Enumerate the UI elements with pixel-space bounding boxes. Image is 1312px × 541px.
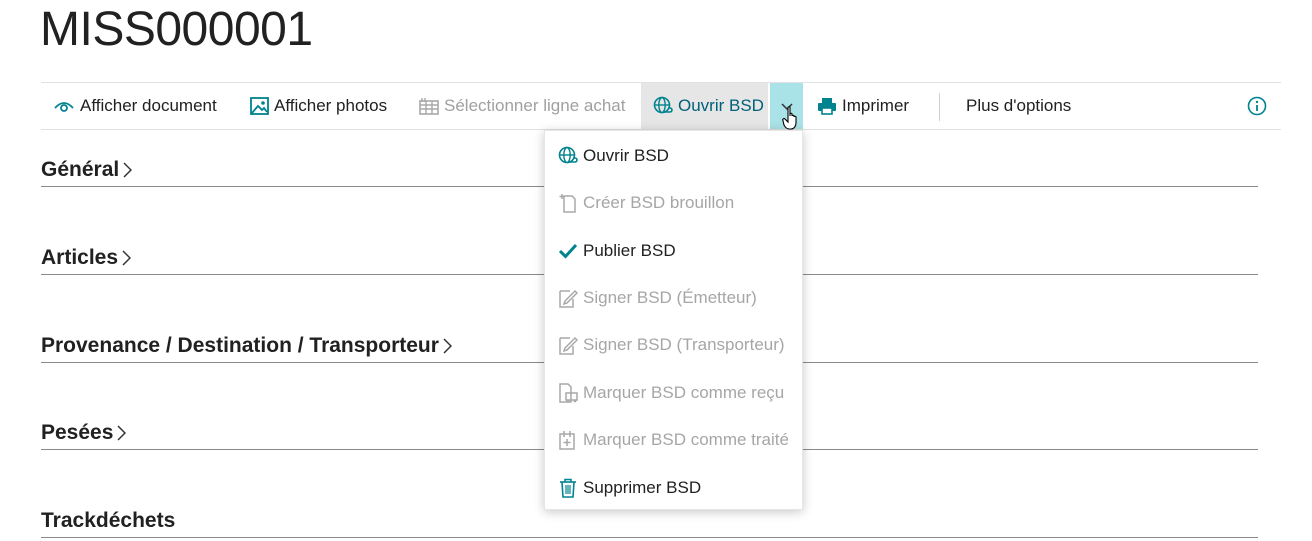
sign-document-icon (557, 335, 579, 355)
open-bsd-dropdown-menu: Ouvrir BSD Créer BSD brouillon Publier B… (544, 130, 803, 510)
menu-item-label: Supprimer BSD (583, 478, 702, 497)
menu-item-mark-processed[interactable]: Marquer BSD comme traité (557, 426, 789, 454)
menu-item-label: Marquer BSD comme reçu (583, 383, 785, 402)
chevron-right-icon (123, 162, 133, 178)
section-weighings-title: Pesées (41, 421, 114, 444)
menu-item-mark-received[interactable]: Marquer BSD comme reçu (557, 379, 784, 407)
section-trackdechets-title: Trackdéchets (41, 509, 176, 532)
menu-item-label: Marquer BSD comme traité (583, 430, 789, 449)
select-purchase-line-label: Sélectionner ligne achat (444, 96, 626, 115)
toolbar-divider (939, 93, 940, 121)
menu-item-publish[interactable]: Publier BSD (557, 237, 676, 265)
section-trackdechets[interactable]: Trackdéchets (41, 507, 1258, 538)
chevron-right-icon (443, 338, 452, 354)
menu-item-delete[interactable]: Supprimer BSD (557, 474, 701, 502)
more-options-button[interactable]: Plus d'options (966, 83, 1071, 129)
section-route-title: Provenance / Destination / Transporteur (41, 334, 439, 357)
show-photos-label: Afficher photos (274, 96, 388, 115)
menu-item-sign-emitter[interactable]: Signer BSD (Émetteur) (557, 284, 757, 312)
section-general-title: Général (41, 158, 120, 181)
select-purchase-line-button[interactable]: Sélectionner ligne achat (419, 83, 625, 129)
processed-icon (557, 430, 579, 450)
received-icon (557, 383, 579, 403)
info-icon[interactable] (1247, 96, 1267, 121)
eye-icon (53, 98, 75, 114)
menu-item-create-draft[interactable]: Créer BSD brouillon (557, 189, 734, 217)
image-icon (250, 97, 269, 115)
more-options-label: Plus d'options (966, 96, 1072, 115)
print-label: Imprimer (842, 96, 910, 115)
print-button[interactable]: Imprimer (817, 83, 909, 129)
new-document-icon (557, 193, 579, 213)
globe-link-icon (557, 146, 579, 166)
select-lines-icon (419, 97, 439, 115)
show-document-button[interactable]: Afficher document (53, 83, 217, 129)
open-bsd-label: Ouvrir BSD (678, 96, 764, 115)
menu-item-label: Signer BSD (Émetteur) (583, 288, 757, 307)
menu-item-label: Créer BSD brouillon (583, 193, 735, 212)
show-photos-button[interactable]: Afficher photos (250, 83, 387, 129)
section-articles-title: Articles (41, 246, 119, 269)
menu-item-open-bsd[interactable]: Ouvrir BSD (557, 142, 669, 170)
menu-item-sign-carrier[interactable]: Signer BSD (Transporteur) (557, 331, 785, 359)
menu-item-label: Publier BSD (583, 241, 676, 260)
sign-document-icon (557, 288, 579, 308)
page-title: MISS000001 (40, 3, 313, 56)
printer-icon (817, 97, 837, 115)
menu-item-label: Signer BSD (Transporteur) (583, 335, 785, 354)
action-toolbar: Afficher document Afficher photos Sélect… (41, 82, 1281, 130)
chevron-right-icon (117, 425, 127, 441)
trash-icon (557, 478, 579, 498)
hand-cursor-icon (782, 106, 800, 135)
chevron-right-icon (122, 250, 132, 266)
open-bsd-button[interactable]: Ouvrir BSD (641, 83, 768, 129)
menu-item-label: Ouvrir BSD (583, 146, 669, 165)
show-document-label: Afficher document (80, 96, 217, 115)
checkmark-icon (557, 243, 579, 259)
globe-link-icon (653, 96, 673, 116)
